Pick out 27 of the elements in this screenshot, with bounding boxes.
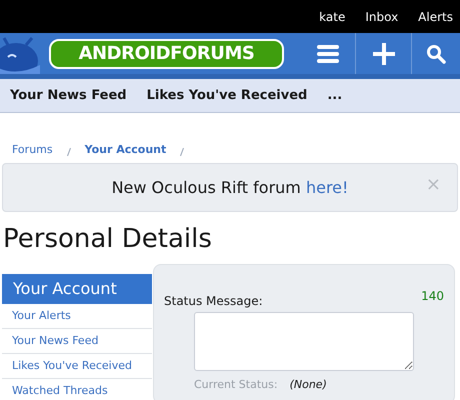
current-status-value: (None)	[290, 377, 327, 393]
top-bar-link[interactable]: Alerts	[418, 8, 453, 26]
current-status-label: Current Status:	[194, 377, 278, 393]
nav-tab[interactable]: Your News Feed	[10, 86, 127, 106]
breadcrumb-link[interactable]: Your Account	[84, 142, 166, 158]
character-counter: 140	[421, 288, 444, 305]
separator-icon	[180, 148, 184, 156]
nav-tab[interactable]: ...	[327, 86, 342, 106]
search-icon	[426, 44, 446, 64]
top-bar-link[interactable]: kate	[319, 8, 346, 26]
page-title: Personal Details	[2, 223, 213, 256]
notice-link[interactable]: here!	[306, 178, 348, 196]
status-input[interactable]	[194, 312, 414, 371]
sidebar-item[interactable]: Likes You've Received	[2, 354, 152, 379]
sidebar-item[interactable]: Your Alerts	[2, 304, 152, 329]
breadcrumb-link[interactable]: Forums	[12, 142, 53, 158]
status-label: Status Message:	[164, 293, 263, 310]
notice-text: New Oculous Rift forum here!	[112, 176, 348, 198]
separator-icon	[66, 148, 71, 156]
plus-icon	[372, 42, 394, 64]
menu-icon	[316, 44, 338, 62]
sidebar-item[interactable]: Watched Threads	[2, 379, 152, 400]
nav-tab[interactable]: Likes You've Received	[146, 86, 308, 106]
sidebar-title: Your Account	[2, 274, 152, 304]
sidebar-item[interactable]: Your News Feed	[2, 329, 152, 354]
site-logo[interactable]: ANDROIDFORUMS	[49, 38, 284, 68]
top-bar-link[interactable]: Inbox	[365, 8, 398, 26]
